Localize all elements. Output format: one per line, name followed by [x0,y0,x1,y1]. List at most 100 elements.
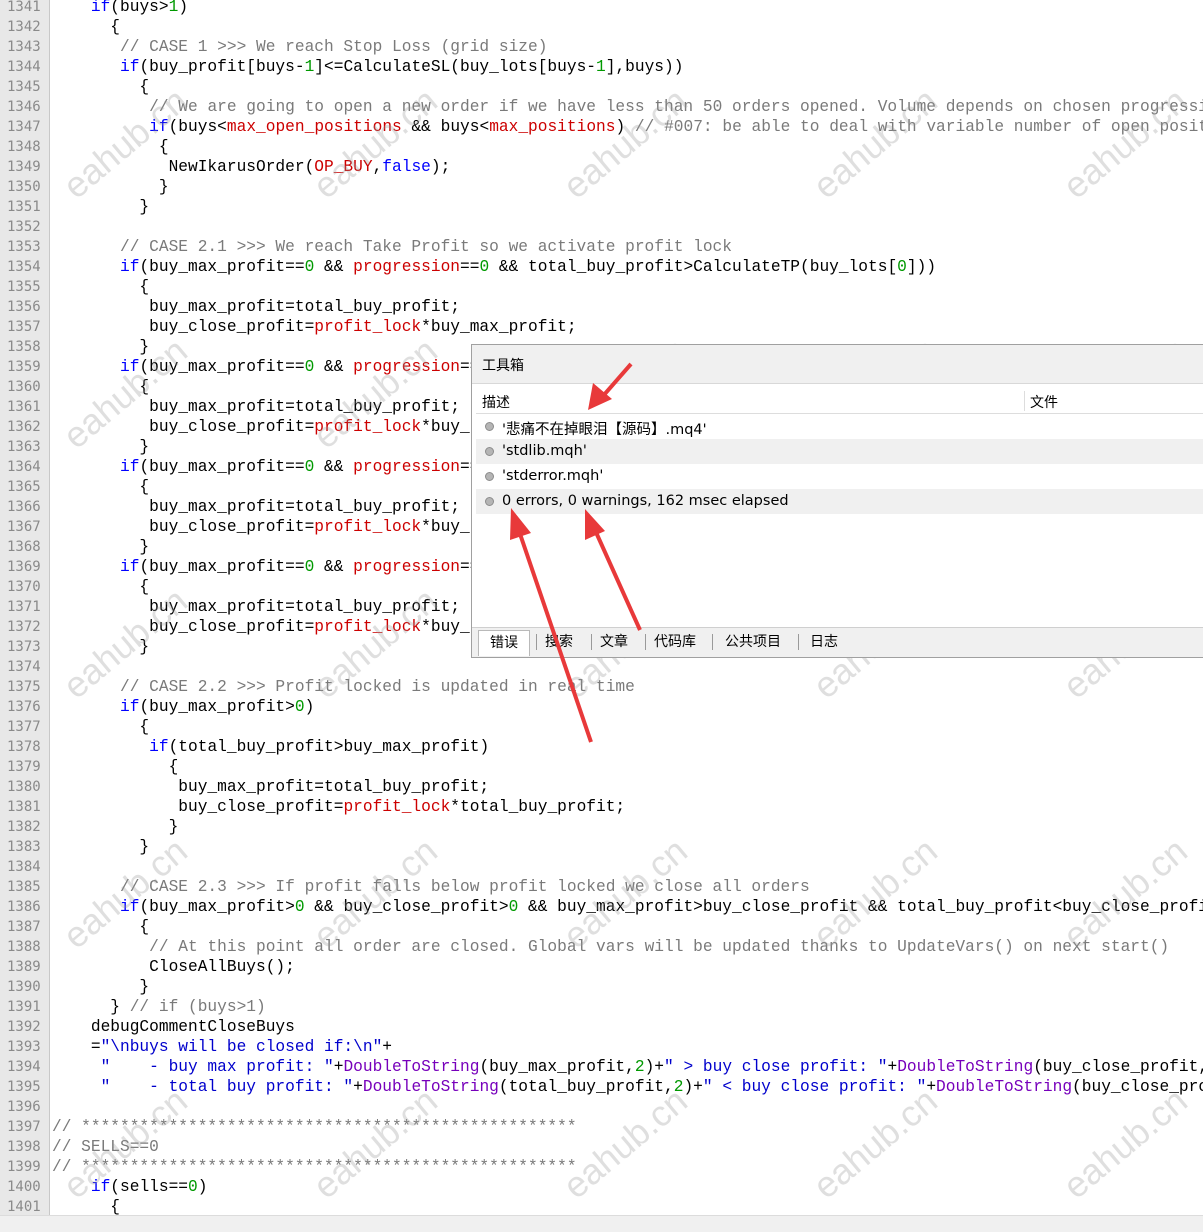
code-line[interactable]: 1397 // *********************************… [0,1117,1203,1137]
code-line[interactable]: 1354 if(buy_max_profit==0 && progression… [0,257,1203,277]
code-line[interactable]: 1393 ="\nbuys will be closed if:\n"+ [0,1037,1203,1057]
line-number-gutter: 1356 [0,297,50,317]
code-line[interactable]: 1341 if(buys>1) [0,0,1203,17]
code-line[interactable]: 1380 buy_max_profit=total_buy_profit; [0,777,1203,797]
line-number: 1375 [7,679,41,695]
tab-public-projects[interactable]: 公共项目 [725,632,781,653]
line-number-gutter: 1352 [0,217,50,237]
code-token: 0 [294,898,305,916]
code-line[interactable]: 1385 // CASE 2.3 >>> If profit falls bel… [0,877,1203,897]
code-line[interactable]: 1384 [0,857,1203,877]
code-line[interactable]: 1350 } [0,177,1203,197]
toolbox-title-bar[interactable]: 工具箱 [472,345,1203,384]
info-dot-icon [485,422,494,431]
code-line[interactable]: 1355 { [0,277,1203,297]
code-token: 0 [304,358,315,376]
code-token: if [120,258,140,276]
code-line[interactable]: 1353 // CASE 2.1 >>> We reach Take Profi… [0,237,1203,257]
message-row[interactable]: 'stderror.mqh' [476,464,1203,489]
code-line[interactable]: 1399 // *********************************… [0,1157,1203,1177]
code-line[interactable]: 1382 } [0,817,1203,837]
code-line[interactable]: 1375 // CASE 2.2 >>> Profit locked is up… [0,677,1203,697]
code-line[interactable]: 1390 } [0,977,1203,997]
line-number: 1362 [7,419,41,435]
line-number-gutter: 1373 [0,637,50,657]
code-line[interactable]: 1391 } // if (buys>1) [0,997,1203,1017]
code-token: (buy_max_profit> [139,898,295,916]
code-token: progression [353,558,461,576]
code-line[interactable]: 1388 // At this point all order are clos… [0,937,1203,957]
code-line[interactable]: 1374 [0,657,1203,677]
code-line[interactable]: 1347 if(buys<max_open_positions && buys<… [0,117,1203,137]
line-number: 1347 [7,119,41,135]
code-text: // CASE 2.3 >>> If profit falls below pr… [52,877,810,897]
column-divider[interactable] [1024,391,1025,411]
message-row[interactable]: 'stdlib.mqh' [476,439,1203,464]
code-token: } [52,638,150,656]
line-number: 1378 [7,739,41,755]
code-line[interactable]: 1346 // We are going to open a new order… [0,97,1203,117]
code-line[interactable]: 1383 } [0,837,1203,857]
code-line[interactable]: 1349 NewIkarusOrder(OP_BUY,false); [0,157,1203,177]
code-line[interactable]: 1401 { [0,1197,1203,1215]
line-number: 1368 [7,539,41,555]
code-line[interactable]: 1344 if(buy_profit[buys-1]<=CalculateSL(… [0,57,1203,77]
code-line[interactable]: 1356 buy_max_profit=total_buy_profit; [0,297,1203,317]
code-token: } [52,338,150,356]
tab-journal[interactable]: 日志 [810,632,838,653]
code-text: { [52,577,149,597]
code-line[interactable]: 1343 // CASE 1 >>> We reach Stop Loss (g… [0,37,1203,57]
code-line[interactable]: 1342 { [0,17,1203,37]
code-line[interactable]: 1394 " - buy max profit: "+DoubleToStrin… [0,1057,1203,1077]
code-line[interactable]: 1381 buy_close_profit=profit_lock*total_… [0,797,1203,817]
line-number-gutter: 1387 [0,917,50,937]
code-line[interactable]: 1379 { [0,757,1203,777]
line-number: 1356 [7,299,41,315]
code-line[interactable]: 1400 if(sells==0) [0,1177,1203,1197]
message-row[interactable]: 0 errors, 0 warnings, 162 msec elapsed [476,489,1203,514]
code-token: && [314,458,354,476]
code-line[interactable]: 1348 { [0,137,1203,157]
code-line[interactable]: 1398 // SELLS==0 [0,1137,1203,1157]
tab-search[interactable]: 搜索 [545,632,573,653]
code-line[interactable]: 1386 if(buy_max_profit>0 && buy_close_pr… [0,897,1203,917]
code-line[interactable]: 1392 debugCommentCloseBuys [0,1017,1203,1037]
line-number-gutter: 1363 [0,437,50,457]
code-line[interactable]: 1395 " - total buy profit: "+DoubleToStr… [0,1077,1203,1097]
horizontal-scrollbar[interactable] [0,1215,1203,1232]
code-line[interactable]: 1378 if(total_buy_profit>buy_max_profit) [0,737,1203,757]
line-number: 1353 [7,239,41,255]
tab-articles[interactable]: 文章 [600,632,628,653]
code-token: (buy_close_profit, [1072,1078,1203,1096]
code-line[interactable]: 1387 { [0,917,1203,937]
line-number: 1396 [7,1099,41,1115]
code-token: 2 [634,1058,645,1076]
column-header-file[interactable]: 文件 [1030,392,1058,412]
column-header-description[interactable]: 描述 [482,392,510,412]
line-number-gutter: 1357 [0,317,50,337]
code-line[interactable]: 1351 } [0,197,1203,217]
code-text: if(sells==0) [52,1177,208,1197]
code-line[interactable]: 1345 { [0,77,1203,97]
code-line[interactable]: 1352 [0,217,1203,237]
line-number-gutter: 1348 [0,137,50,157]
tab-code-base[interactable]: 代码库 [654,632,696,653]
message-row[interactable]: '悲痛不在掉眼泪【源码】.mq4' [476,414,1203,439]
code-line[interactable]: 1396 [0,1097,1203,1117]
code-line[interactable]: 1377 { [0,717,1203,737]
code-token: 0 [304,258,315,276]
tab-errors[interactable]: 错误 [478,630,530,656]
code-line[interactable]: 1376 if(buy_max_profit>0) [0,697,1203,717]
line-number: 1391 [7,999,41,1015]
code-token: max_open_positions [226,118,402,136]
code-token: 2 [673,1078,684,1096]
code-line[interactable]: 1389 CloseAllBuys(); [0,957,1203,977]
code-text: if(buy_max_profit==0 && progression== [52,557,479,577]
tab-separator [591,634,592,650]
code-line[interactable]: 1357 buy_close_profit=profit_lock*buy_ma… [0,317,1203,337]
line-number: 1343 [7,39,41,55]
